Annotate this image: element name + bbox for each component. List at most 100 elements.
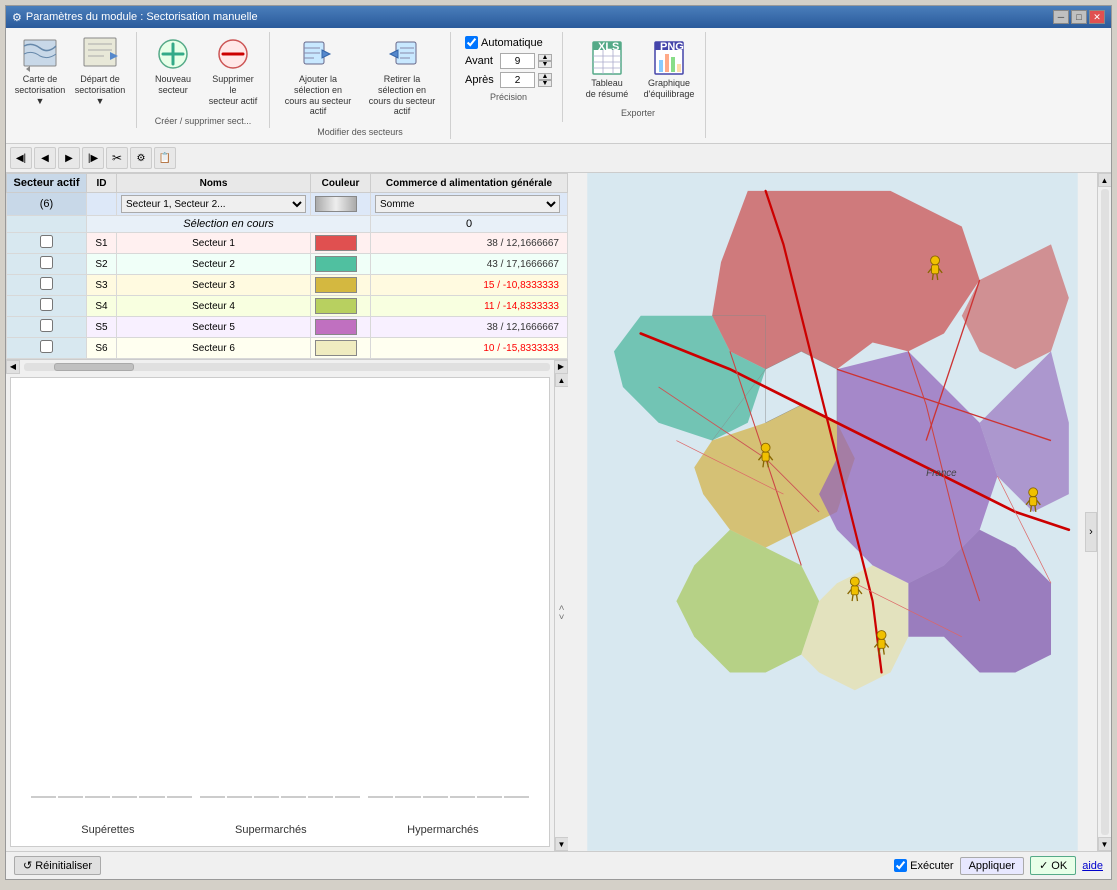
chart-bar-1-4	[308, 796, 333, 798]
chart-bar-1-3	[281, 796, 306, 798]
row-checkbox-S5[interactable]	[40, 319, 53, 332]
row-checkbox-S4[interactable]	[40, 298, 53, 311]
map-svg[interactable]: France	[568, 173, 1097, 851]
depart-sectorisation-label: Départ desectorisation ▼	[75, 74, 126, 106]
color-swatch-S1	[315, 235, 357, 251]
right-scroll-down[interactable]: ▼	[1098, 837, 1112, 851]
chart-bar-1-0	[200, 796, 225, 798]
horizontal-scrollbar: ◀ ▶	[6, 359, 568, 373]
scroll-left-arrow[interactable]: ◀	[6, 360, 20, 374]
aide-label: aide	[1082, 860, 1103, 872]
table-area: Secteur actif ID Noms Couleur Commerce d…	[6, 173, 568, 359]
chart-label-Hypermarchés: Hypermarchés	[407, 824, 479, 836]
toolbar-group-modifier: Ajouter la sélection encours au secteur …	[278, 32, 451, 139]
selection-row: Sélection en cours 0	[7, 216, 568, 233]
apres-up-arrow[interactable]: ▲	[538, 73, 552, 80]
chart-collapse-less[interactable]: <	[557, 605, 567, 610]
carte-icon	[22, 36, 58, 72]
th-secteur-actif: Secteur actif	[7, 174, 87, 193]
apres-input[interactable]	[500, 72, 535, 88]
avant-up-arrow[interactable]: ▲	[538, 54, 552, 61]
executer-checkbox[interactable]	[894, 859, 907, 872]
retirer-selection-label: Retirer la sélection encours du secteur …	[365, 74, 439, 117]
toolbar-items-modifier: Ajouter la sélection encours au secteur …	[278, 32, 442, 121]
side-collapse-button[interactable]: ›	[1085, 512, 1097, 552]
mini-btn-settings[interactable]: ⚙	[130, 147, 152, 169]
maximize-button[interactable]: □	[1071, 10, 1087, 24]
svg-text:XLS: XLS	[598, 41, 619, 53]
svg-text:PNG: PNG	[660, 41, 684, 53]
ok-label: OK	[1051, 860, 1067, 872]
color-swatch-S5	[315, 319, 357, 335]
mini-btn-2[interactable]: ◀	[34, 147, 56, 169]
avant-arrows: ▲ ▼	[538, 54, 552, 68]
tableau-icon: XLS	[589, 40, 625, 76]
active-sector-name-cell	[87, 193, 117, 216]
selection-value: 0	[466, 218, 472, 230]
table-row: S2Secteur 243 / 17,1666667	[7, 254, 568, 275]
row-value-S4: 11 / -14,8333333	[371, 296, 568, 317]
reinitialiser-label: Réinitialiser	[35, 860, 92, 872]
sector-table: Secteur actif ID Noms Couleur Commerce d…	[6, 173, 568, 359]
nouveau-secteur-button[interactable]: Nouveausecteur	[145, 32, 201, 100]
row-color-S5	[311, 317, 371, 338]
chart-scroll-down[interactable]: ▼	[555, 837, 569, 851]
apres-row: Après ▲ ▼	[465, 72, 552, 88]
row-checkbox-S6[interactable]	[40, 340, 53, 353]
ajouter-selection-button[interactable]: Ajouter la sélection encours au secteur …	[278, 32, 358, 121]
depart-sectorisation-button[interactable]: Départ desectorisation ▼	[72, 32, 128, 110]
ok-button[interactable]: ✓ OK	[1030, 856, 1076, 875]
mini-btn-4[interactable]: |▶	[82, 147, 104, 169]
mini-btn-scissors[interactable]: ✂	[106, 147, 128, 169]
chart-bar-2-2	[423, 796, 448, 798]
nouveau-icon	[155, 36, 191, 72]
france-text: France	[926, 468, 957, 479]
row-value-S2: 43 / 17,1666667	[371, 254, 568, 275]
close-button[interactable]: ✕	[1089, 10, 1105, 24]
appliquer-button[interactable]: Appliquer	[960, 857, 1024, 875]
mini-btn-3[interactable]: ▶	[58, 147, 80, 169]
modifier-group-label: Modifier des secteurs	[317, 127, 403, 137]
mini-btn-1[interactable]: ◀|	[10, 147, 32, 169]
chart-collapse-more[interactable]: >	[557, 614, 567, 619]
scroll-thumb-h[interactable]	[54, 363, 134, 371]
row-checkbox-S2[interactable]	[40, 256, 53, 269]
chart-bar-0-4	[139, 796, 164, 798]
chart-label-Supermarchés: Supermarchés	[235, 824, 307, 836]
chart-bar-0-0	[31, 796, 56, 798]
chart-bar-1-5	[335, 796, 360, 798]
minimize-button[interactable]: ─	[1053, 10, 1069, 24]
row-id-S1: S1	[87, 233, 117, 254]
supprimer-secteur-button[interactable]: Supprimer lesecteur actif	[205, 32, 261, 110]
right-scroll-up[interactable]: ▲	[1098, 173, 1112, 187]
creer-group-label: Créer / supprimer sect...	[155, 116, 252, 126]
scroll-right-arrow[interactable]: ▶	[554, 360, 568, 374]
appliquer-label: Appliquer	[969, 860, 1015, 872]
chart-bar-2-3	[450, 796, 475, 798]
chart-label-Supérettes: Supérettes	[81, 824, 134, 836]
ajouter-selection-label: Ajouter la sélection encours au secteur …	[281, 74, 355, 117]
graphique-button[interactable]: PNG Graphiqued'équilibrage	[641, 36, 697, 104]
active-sector-dropdown[interactable]: Secteur 1, Secteur 2...	[121, 195, 306, 213]
th-couleur: Couleur	[311, 174, 371, 193]
avant-input[interactable]	[500, 53, 535, 69]
window-title: Paramètres du module : Sectorisation man…	[26, 11, 258, 23]
reinitialiser-button[interactable]: ↺ Réinitialiser	[14, 856, 101, 875]
carte-sectorisation-button[interactable]: Carte desectorisation ▼	[12, 32, 68, 110]
main-window: ⚙ Paramètres du module : Sectorisation m…	[5, 5, 1112, 880]
tableau-button[interactable]: XLS Tableaude résumé	[579, 36, 635, 104]
row-checkbox-S3[interactable]	[40, 277, 53, 290]
commerce-dropdown[interactable]: Somme Moyenne	[375, 195, 560, 213]
row-checkbox-S1[interactable]	[40, 235, 53, 248]
mini-btn-copy[interactable]: 📋	[154, 147, 176, 169]
aide-link[interactable]: aide	[1082, 860, 1103, 872]
apres-down-arrow[interactable]: ▼	[538, 80, 552, 87]
chart-scroll-up[interactable]: ▲	[555, 373, 569, 387]
active-sector-dropdown-cell: Secteur 1, Secteur 2...	[117, 193, 311, 216]
avant-label: Avant	[465, 55, 497, 67]
avant-down-arrow[interactable]: ▼	[538, 61, 552, 68]
retirer-selection-button[interactable]: Retirer la sélection encours du secteur …	[362, 32, 442, 121]
main-content: Secteur actif ID Noms Couleur Commerce d…	[6, 173, 1111, 851]
automatique-checkbox[interactable]	[465, 36, 478, 49]
chart-bar-2-4	[477, 796, 502, 798]
